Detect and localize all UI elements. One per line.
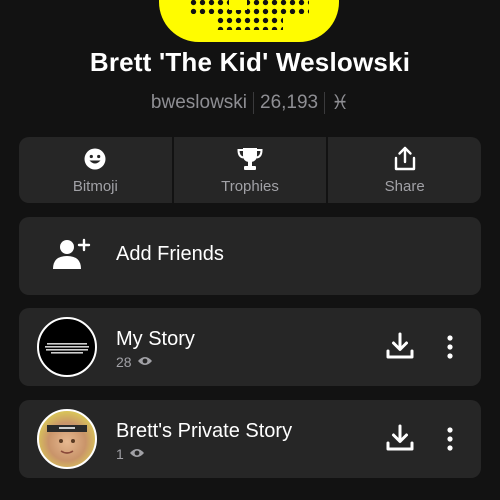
divider: [253, 91, 255, 114]
add-friend-icon: [51, 236, 95, 277]
zodiac-icon[interactable]: ♓: [331, 90, 349, 115]
share-label: Share: [384, 177, 425, 195]
trophies-button[interactable]: Trophies: [173, 137, 327, 203]
story-row-private-story[interactable]: Brett's Private Story 1: [19, 400, 481, 478]
story-row-my-story[interactable]: My Story 28: [19, 308, 481, 386]
download-icon[interactable]: [385, 423, 415, 458]
bitmoji-icon: [83, 146, 107, 172]
profile-meta: bweslowski 26,193 ♓: [0, 90, 500, 115]
trophies-label: Trophies: [221, 177, 279, 195]
snap-score[interactable]: 26,193: [260, 92, 318, 114]
story-title: Brett's Private Story: [116, 420, 293, 442]
story-thumbnail[interactable]: [37, 409, 97, 469]
bitmoji-label: Bitmoji: [72, 177, 118, 195]
story-views: 28: [116, 354, 153, 370]
display-name: Brett 'The Kid' Weslowski: [89, 47, 411, 77]
share-icon: [393, 146, 417, 172]
more-options-icon[interactable]: [447, 335, 453, 364]
eye-icon: [129, 446, 145, 462]
download-icon[interactable]: [385, 331, 415, 366]
trophy-icon: [236, 146, 264, 172]
story-views: 1: [116, 446, 145, 462]
story-thumbnail[interactable]: [37, 317, 97, 377]
view-count: 28: [116, 354, 132, 370]
share-button[interactable]: Share: [328, 137, 482, 203]
add-friends-label: Add Friends: [116, 243, 224, 265]
view-count: 1: [116, 446, 124, 462]
snapcode[interactable]: [159, 0, 339, 42]
profile-actions: Bitmoji Trophies Share: [19, 137, 482, 203]
more-options-icon[interactable]: [447, 427, 453, 456]
username: bweslowski: [150, 91, 248, 113]
eye-icon: [137, 354, 153, 370]
add-friends-button[interactable]: Add Friends: [19, 217, 481, 295]
story-title: My Story: [116, 328, 195, 350]
bitmoji-button[interactable]: Bitmoji: [19, 137, 172, 203]
divider: [324, 91, 326, 114]
